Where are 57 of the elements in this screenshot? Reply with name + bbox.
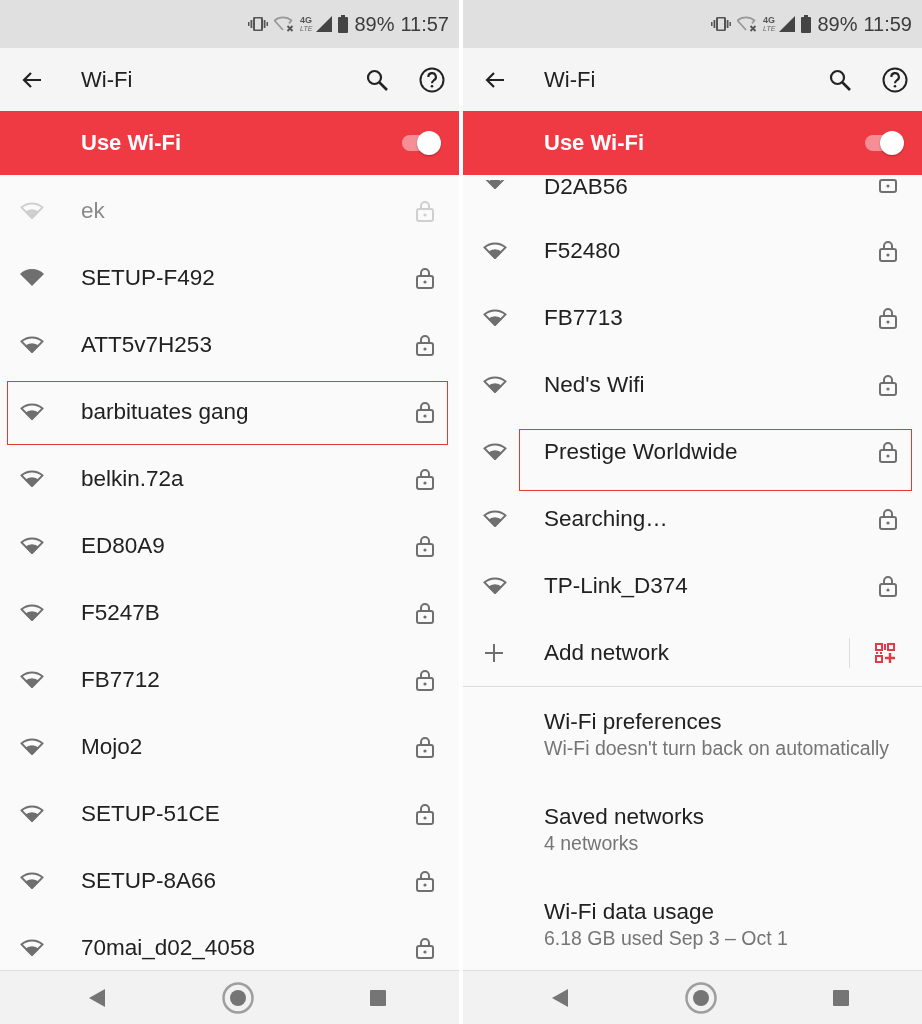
network-name[interactable]: Ned's Wifi: [527, 371, 879, 398]
nav-back-icon[interactable]: [552, 988, 568, 1007]
preference-title[interactable]: Saved networks: [544, 803, 922, 831]
network-name[interactable]: Prestige Worldwide: [527, 438, 879, 465]
use-wifi-label: Use Wi-Fi: [544, 130, 646, 156]
network-type: 4G: [763, 16, 776, 25]
network-name[interactable]: 70mai_d02_4058: [64, 934, 416, 961]
cell-signal-icon: [779, 16, 796, 32]
battery-icon: [801, 15, 812, 33]
preference-title[interactable]: Wi-Fi data usage: [544, 898, 922, 926]
battery-percent: 89%: [817, 12, 858, 36]
help-icon[interactable]: [419, 66, 445, 93]
search-icon[interactable]: [828, 67, 852, 92]
network-type: 4G: [300, 16, 313, 25]
preference-summary: Wi-Fi doesn't turn back on automatically: [544, 736, 891, 761]
vibrate-icon: [248, 17, 269, 31]
wifi-toggle[interactable]: [863, 130, 905, 156]
clock-time: 11:59: [863, 12, 912, 36]
vibrate-icon: [711, 17, 732, 31]
nav-back-icon[interactable]: [89, 988, 105, 1007]
page-title: Wi-Fi: [544, 66, 597, 93]
network-name[interactable]: D2AB56: [527, 175, 879, 200]
network-name[interactable]: ATT5v7H253: [64, 331, 416, 358]
nav-home-icon[interactable]: [685, 981, 717, 1014]
wifi-off-icon: [737, 16, 758, 32]
network-name[interactable]: TP-Link_D374: [527, 572, 879, 599]
nav-home-icon[interactable]: [222, 981, 254, 1014]
network-name[interactable]: SETUP-8A66: [64, 867, 416, 894]
network-name[interactable]: ED80A9: [64, 532, 416, 559]
network-name[interactable]: SETUP-F492: [64, 264, 416, 291]
battery-icon: [338, 15, 349, 33]
network-name[interactable]: barbituates gang: [64, 398, 416, 425]
preference-summary: 6.18 GB used Sep 3 – Oct 1: [544, 926, 789, 951]
network-name[interactable]: F52480: [527, 237, 879, 264]
preference-title[interactable]: Wi-Fi preferences: [544, 708, 922, 736]
cell-signal-icon: [316, 16, 333, 32]
page-title: Wi-Fi: [81, 66, 134, 93]
network-name[interactable]: Mojo2: [64, 733, 416, 760]
help-icon[interactable]: [882, 66, 908, 93]
qr-code-icon[interactable]: [875, 642, 895, 663]
network-name[interactable]: SETUP-51CE: [64, 800, 416, 827]
nav-recents-icon[interactable]: [370, 989, 386, 1006]
network-name[interactable]: Searching…: [527, 505, 879, 532]
network-name[interactable]: FB7713: [527, 304, 879, 331]
plus-icon[interactable]: [483, 641, 505, 664]
battery-percent: 89%: [354, 12, 395, 36]
wifi-off-icon: [274, 16, 295, 32]
network-name[interactable]: F5247B: [64, 599, 416, 626]
preference-summary: 4 networks: [544, 831, 640, 856]
nav-recents-icon[interactable]: [833, 989, 849, 1006]
search-icon[interactable]: [365, 67, 389, 92]
wifi-toggle[interactable]: [400, 130, 442, 156]
network-name[interactable]: FB7712: [64, 666, 416, 693]
clock-time: 11:57: [400, 12, 449, 36]
network-name[interactable]: belkin.72a: [64, 465, 416, 492]
add-network-label[interactable]: Add network: [544, 639, 849, 666]
use-wifi-label: Use Wi-Fi: [81, 130, 183, 156]
